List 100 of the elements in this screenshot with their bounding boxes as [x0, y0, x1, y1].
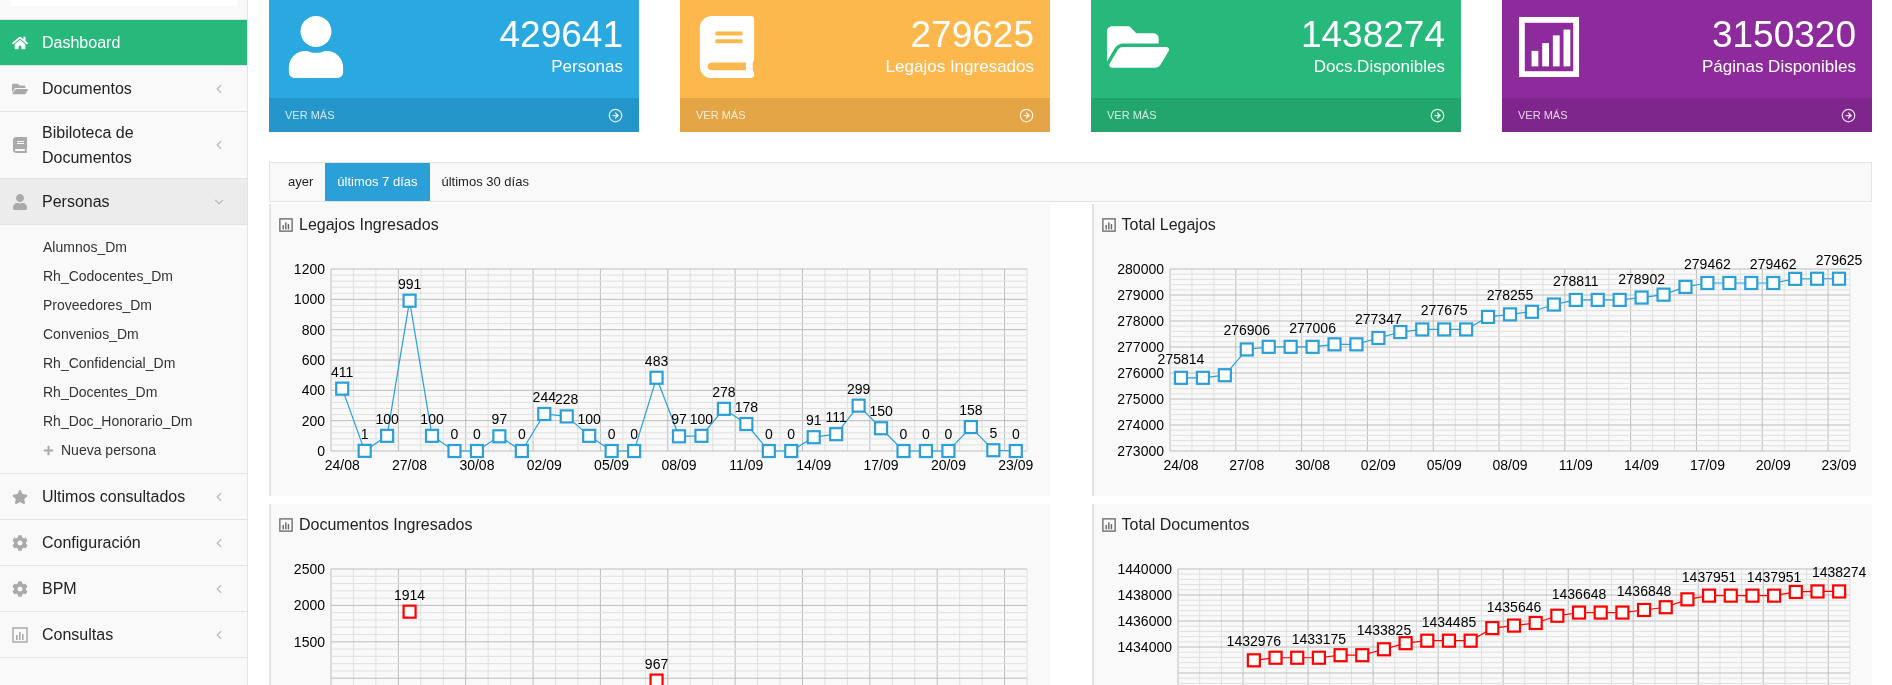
sidebar-item-label: Dashboard [42, 33, 122, 53]
data-label: 0 [899, 426, 908, 442]
data-label: 1437951 [1746, 568, 1801, 585]
y-tick-label: 1200 [293, 261, 325, 277]
data-label: 277675 [1420, 302, 1468, 319]
submenu-link[interactable]: Rh_Docentes_Dm [43, 382, 158, 403]
x-tick-label: 24/08 [324, 457, 360, 473]
x-tick-label: 11/09 [729, 457, 764, 473]
sidebar-item[interactable]: Documentos [0, 66, 247, 112]
sidebar-item[interactable]: Consultas [0, 612, 247, 658]
x-tick-label: 27/08 [1228, 457, 1264, 473]
stat-label: Docs.Disponibles [1313, 56, 1445, 78]
sidebar-item-label: Personas [42, 192, 111, 212]
x-tick-label: 20/09 [930, 457, 966, 473]
data-label: 299 [846, 380, 871, 397]
y-tick-label: 1436000 [1117, 613, 1172, 629]
submenu-link[interactable]: Nueva persona [61, 440, 156, 461]
sidebar-item[interactable]: BPM [0, 566, 247, 612]
y-tick-label: 279000 [1116, 287, 1164, 303]
sidebar-item-label: Bibiloteca de Documentos [42, 123, 135, 168]
sidebar-item-label: Consultas [42, 625, 115, 645]
stat-value: 1438274 [1300, 14, 1445, 56]
y-tick-label: 1500 [293, 633, 325, 650]
data-label: 277006 [1288, 319, 1336, 336]
submenu-link[interactable]: Rh_Codocentes_Dm [43, 266, 173, 287]
stat-value: 3150320 [1711, 14, 1856, 56]
sidebar-item-label: Configuración [42, 533, 142, 553]
sidebar-item-label: Ultimos consultados [42, 487, 187, 507]
submenu-link[interactable]: Convenios_Dm [43, 324, 139, 345]
x-tick-label: 05/09 [594, 457, 630, 473]
data-label: 0 [764, 426, 773, 442]
y-tick-label: 600 [301, 352, 325, 368]
data-label: 483 [644, 352, 669, 369]
x-tick-label: 02/09 [1360, 457, 1396, 473]
data-label: 1436648 [1551, 585, 1606, 602]
data-label: 100 [375, 410, 399, 427]
y-tick-label: 800 [301, 321, 325, 338]
sidebar-item[interactable]: Personas [0, 179, 247, 225]
y-tick-label: 0 [317, 443, 325, 459]
data-label: 1 [360, 425, 369, 442]
y-tick-label: 400 [301, 382, 325, 399]
sidebar-item-label: Documentos [42, 79, 133, 99]
data-label: 150 [869, 403, 893, 420]
data-label: 279462 [1749, 256, 1797, 272]
data-label: 1914 [394, 586, 426, 603]
data-label: 178 [734, 399, 759, 415]
more-link[interactable]: VER MÁS [1518, 106, 1568, 124]
data-label: 967 [644, 655, 669, 672]
x-tick-label: 17/09 [1689, 457, 1725, 473]
sidebar-item[interactable]: Configuración [0, 520, 247, 566]
chart-title: Legajos Ingresados [299, 215, 439, 235]
data-label: 991 [397, 275, 422, 292]
data-label: 278255 [1486, 287, 1533, 304]
data-label: 278 [712, 383, 736, 400]
data-label: 0 [1011, 426, 1020, 442]
period-tab[interactable]: ayer [276, 163, 326, 201]
chart-title: Total Legajos [1121, 215, 1216, 235]
y-tick-label: 275000 [1116, 391, 1164, 407]
x-tick-label: 24/08 [1162, 457, 1198, 473]
x-tick-label: 08/09 [1492, 457, 1527, 473]
data-label: 0 [922, 426, 930, 442]
x-tick-label: 30/08 [459, 457, 495, 473]
data-label: 276906 [1222, 322, 1270, 339]
data-label: 97 [491, 411, 508, 428]
sidebar-item[interactable]: Ultimos consultados [0, 474, 247, 520]
y-tick-label: 278000 [1116, 313, 1164, 329]
submenu-link[interactable]: Rh_Confidencial_Dm [43, 353, 176, 374]
y-tick-label: 277000 [1116, 339, 1164, 355]
submenu-link[interactable]: Alumnos_Dm [43, 237, 128, 258]
chart-title: Total Documentos [1121, 515, 1250, 535]
data-label: 158 [959, 402, 983, 419]
y-tick-label: 2000 [293, 597, 325, 614]
data-label: 0 [473, 426, 481, 442]
data-label: 0 [517, 426, 526, 442]
data-label: 278811 [1552, 272, 1599, 289]
stat-label: Páginas Disponibles [1701, 56, 1856, 78]
data-label: 1433175 [1291, 630, 1346, 647]
y-tick-label: 1434000 [1117, 639, 1172, 655]
y-tick-label: 274000 [1116, 417, 1164, 433]
data-label: 1436848 [1616, 583, 1671, 599]
stat-label: Personas [551, 56, 623, 78]
data-label: 0 [630, 426, 638, 442]
data-label: 1435646 [1486, 598, 1541, 615]
x-tick-label: 17/09 [863, 457, 899, 473]
x-tick-label: 20/09 [1755, 457, 1791, 473]
submenu-link[interactable]: Proveedores_Dm [43, 295, 152, 316]
x-tick-label: 08/09 [661, 457, 697, 473]
submenu-link[interactable]: Rh_Doc_Honorario_Dm [43, 411, 193, 432]
period-tab[interactable]: últimos 30 días [429, 163, 541, 201]
x-tick-label: 11/09 [1558, 457, 1593, 473]
data-label: 0 [607, 426, 616, 442]
sidebar-item-label: BPM [42, 579, 78, 599]
data-label: 0 [787, 426, 796, 442]
data-label: 0 [944, 426, 953, 442]
data-label: 411 [331, 363, 354, 380]
y-tick-label: 280000 [1116, 261, 1164, 277]
data-label: 0 [450, 426, 459, 442]
data-label: 100 [420, 410, 444, 427]
y-tick-label: 276000 [1116, 365, 1164, 381]
data-label: 1438274 [1811, 564, 1866, 581]
